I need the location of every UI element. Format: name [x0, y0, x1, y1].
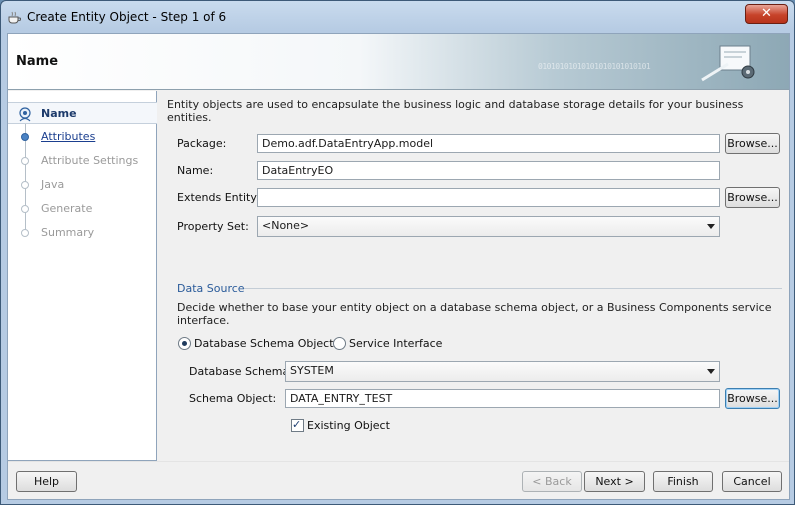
cancel-button[interactable]: Cancel [722, 471, 782, 492]
step-dot-icon [21, 157, 29, 165]
radio-service-interface-label[interactable]: Service Interface [349, 337, 442, 350]
cancel-label: Cancel [733, 475, 771, 488]
existing-object-checkbox[interactable]: ✓ [291, 418, 304, 432]
radio-database-schema-object[interactable] [178, 337, 191, 350]
window-title: Create Entity Object - Step 1 of 6 [27, 10, 227, 24]
back-button[interactable]: < Back [522, 471, 582, 492]
nav-item-attributes[interactable]: Attributes [8, 126, 157, 148]
nav-label-attributes[interactable]: Attributes [41, 130, 95, 143]
step-content: Entity objects are used to encapsulate t… [158, 91, 789, 461]
browse-label: Browse... [727, 392, 778, 405]
browse-label: Browse... [727, 137, 778, 150]
finish-label: Finish [667, 475, 699, 488]
database-schema-label: Database Schema: [189, 365, 293, 378]
property-set-label: Property Set: [177, 220, 249, 233]
nav-item-attribute-settings[interactable]: Attribute Settings [8, 150, 157, 172]
wizard-gear-icon [701, 45, 755, 82]
title-bar[interactable]: Create Entity Object - Step 1 of 6 ✕ [1, 1, 794, 33]
dialog-window: Create Entity Object - Step 1 of 6 ✕ Nam… [0, 0, 795, 505]
data-source-description: Decide whether to base your entity objec… [177, 301, 772, 327]
help-label: Help [33, 475, 60, 488]
nav-item-java[interactable]: Java [8, 174, 157, 196]
schema-object-field[interactable]: DATA_ENTRY_TEST [285, 389, 720, 408]
dialog-client: Name 01010101010101010101010101 Name Att… [7, 33, 790, 500]
database-schema-select[interactable]: SYSTEM [285, 361, 720, 382]
database-schema-value: SYSTEM [290, 364, 334, 377]
radio-selected-dot [182, 341, 187, 346]
step-dot-icon [21, 205, 29, 213]
nav-label-summary: Summary [41, 226, 95, 239]
browse-label: Browse... [727, 191, 778, 204]
schema-object-browse-button[interactable]: Browse... [725, 388, 780, 409]
extends-browse-button[interactable]: Browse... [725, 187, 780, 208]
extends-entity-label: Extends Entity: [177, 191, 260, 204]
step-dot-icon [21, 181, 29, 189]
package-browse-button[interactable]: Browse... [725, 133, 780, 154]
current-step-icon [19, 107, 31, 122]
name-label: Name: [177, 164, 214, 177]
app-cup-icon [8, 11, 21, 24]
extends-entity-field[interactable] [257, 188, 720, 207]
section-divider [244, 288, 782, 289]
footer-divider [8, 461, 789, 462]
next-button[interactable]: Next > [584, 471, 645, 492]
radio-database-schema-label[interactable]: Database Schema Object [194, 337, 334, 350]
check-icon: ✓ [292, 418, 302, 431]
step-dot-icon [21, 229, 29, 237]
intro-text: Entity objects are used to encapsulate t… [167, 98, 744, 124]
name-value: DataEntryEO [262, 164, 334, 177]
schema-object-label: Schema Object: [189, 392, 277, 405]
step-banner: Name 01010101010101010101010101 [8, 34, 789, 90]
close-button[interactable]: ✕ [745, 4, 788, 24]
package-label: Package: [177, 137, 227, 150]
page-title: Name [16, 54, 59, 69]
back-label: < Back [532, 475, 572, 488]
chevron-down-icon [707, 369, 715, 374]
banner-binary-decoration: 01010101010101010101010101 [538, 62, 651, 71]
schema-object-value: DATA_ENTRY_TEST [290, 392, 393, 405]
nav-label-generate: Generate [41, 202, 93, 215]
existing-object-label[interactable]: Existing Object [307, 419, 390, 432]
wizard-steps-nav: Name Attributes Attribute Settings Java … [8, 91, 157, 461]
finish-button[interactable]: Finish [653, 471, 713, 492]
nav-item-name[interactable]: Name [8, 102, 157, 124]
help-button[interactable]: Help [16, 471, 77, 492]
package-field[interactable]: Demo.adf.DataEntryApp.model [257, 134, 720, 153]
chevron-down-icon [707, 224, 715, 229]
next-label: Next > [595, 475, 634, 488]
property-set-select[interactable]: <None> [257, 216, 720, 237]
nav-label-attribute-settings: Attribute Settings [41, 154, 139, 167]
nav-label-java: Java [41, 178, 65, 191]
property-set-value: <None> [262, 219, 310, 232]
package-value: Demo.adf.DataEntryApp.model [262, 137, 434, 150]
nav-label-name: Name [41, 107, 77, 120]
nav-item-summary[interactable]: Summary [8, 222, 157, 244]
name-field[interactable]: DataEntryEO [257, 161, 720, 180]
step-dot-icon [21, 133, 29, 141]
close-icon: ✕ [761, 6, 772, 21]
radio-service-interface[interactable] [333, 337, 346, 350]
data-source-heading: Data Source [177, 282, 245, 295]
nav-item-generate[interactable]: Generate [8, 198, 157, 220]
